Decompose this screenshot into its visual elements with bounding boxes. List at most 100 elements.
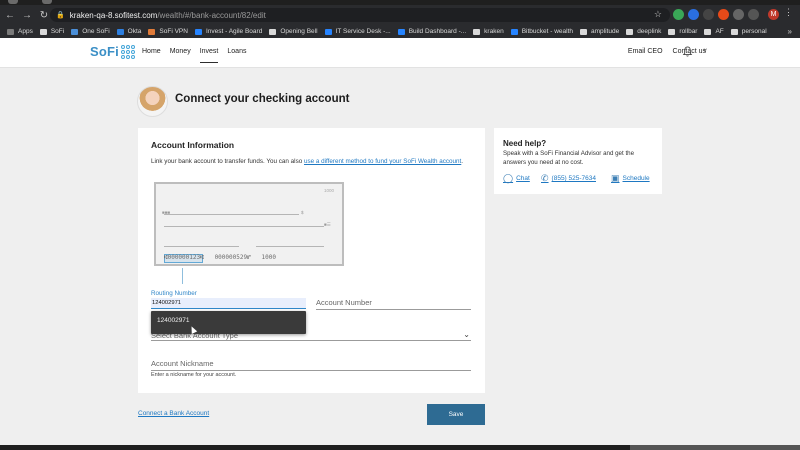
phone-label: (855) 525-7634	[551, 175, 596, 182]
extension-icon[interactable]	[703, 9, 714, 20]
bookmark-label: deeplink	[637, 28, 662, 35]
bookmark-label: personal	[741, 28, 767, 35]
bookmark-item[interactable]: deeplink	[626, 28, 661, 35]
account-info-heading: Account Information	[151, 140, 235, 150]
url-host: kraken-qa-8.sofitest.com	[69, 10, 158, 20]
extension-icon[interactable]	[673, 9, 684, 20]
intro-text: Link your bank account to transfer funds…	[151, 157, 471, 166]
nav-item-invest[interactable]: Invest	[199, 48, 218, 63]
main-nav: Home Money Invest Loans	[142, 48, 255, 63]
account-number-input[interactable]: Account Number	[316, 298, 471, 310]
bookmark-item[interactable]: One SoFi	[71, 28, 110, 35]
bookmark-label: IT Service Desk -...	[335, 28, 391, 35]
bookmark-item[interactable]: Okta	[116, 28, 141, 35]
forward-icon[interactable]: →	[20, 8, 34, 22]
nav-item-home[interactable]: Home	[142, 48, 161, 63]
bookmark-item[interactable]: SoFi VPN	[148, 28, 188, 35]
account-menu-chevron-icon[interactable]: ∨	[703, 47, 707, 54]
bell-icon[interactable]	[682, 46, 693, 57]
bookmark-icon	[324, 28, 332, 35]
bookmark-item[interactable]: Invest - Agile Board	[194, 28, 263, 35]
bookmark-label: Invest - Agile Board	[205, 28, 263, 35]
back-icon[interactable]: ←	[3, 8, 17, 22]
url-path: /wealth/#/bank-account/82/edit	[157, 10, 266, 20]
bookmark-icon	[580, 28, 587, 35]
nav-item-loans[interactable]: Loans	[227, 48, 246, 63]
bookmark-label: amplitude	[591, 28, 620, 35]
reload-icon[interactable]: ↻	[37, 8, 51, 22]
help-title: Need help?	[503, 139, 547, 148]
address-bar[interactable]: 🔒 kraken-qa-8.sofitest.com/wealth/#/bank…	[50, 8, 670, 22]
bookmark-label: SoFi	[50, 28, 65, 35]
extension-icon[interactable]	[688, 9, 699, 20]
sofi-logo[interactable]: SoFi	[90, 44, 135, 59]
schedule-label: Schedule	[622, 175, 650, 182]
phone-icon: ✆	[541, 173, 549, 183]
bookmark-item[interactable]: rollbar	[668, 28, 697, 35]
chat-label: Chat	[516, 175, 530, 182]
bookmark-icon	[194, 28, 202, 35]
bookmark-label: Bitbucket - wealth	[521, 28, 573, 35]
calendar-icon: ▣	[611, 173, 620, 183]
bookmark-label: One SoFi	[82, 28, 110, 35]
bookmark-item[interactable]: Build Dashboard -...	[397, 28, 467, 35]
profile-avatar[interactable]: M	[768, 9, 779, 20]
bookmark-icon	[397, 28, 405, 35]
app-header: SoFi Home Money Invest Loans Email CEO Cont…	[0, 38, 800, 68]
check-lock-icon: ■☰	[324, 222, 331, 227]
bookmark-item[interactable]: SoFi	[39, 28, 65, 35]
chat-link[interactable]: ◯ Chat	[503, 173, 530, 184]
routing-connector-line	[182, 268, 183, 284]
bookmark-icon	[7, 28, 14, 35]
bookmark-icon	[704, 28, 712, 35]
chevron-down-icon: ⌄	[463, 330, 470, 339]
browser-tab[interactable]	[42, 0, 52, 4]
bookmark-icon	[626, 28, 634, 35]
routing-autocomplete-dropdown: 124002971	[151, 311, 306, 334]
scrollbar-thumb[interactable]	[630, 445, 800, 450]
bookmark-label: Opening Bell	[280, 28, 318, 35]
extension-icon[interactable]	[748, 9, 759, 20]
save-button[interactable]: Save	[427, 404, 485, 425]
bookmark-label: rollbar	[679, 28, 698, 35]
more-bookmarks-icon[interactable]: »	[788, 27, 792, 36]
bookmark-item[interactable]: Bitbucket - wealth	[510, 28, 573, 35]
bookmark-icon	[148, 28, 156, 35]
micr-check: 1000	[261, 254, 276, 261]
browser-tab[interactable]	[8, 0, 18, 4]
phone-link[interactable]: ✆ (855) 525-7634	[541, 173, 596, 184]
check-micr-line: ⑆000000123⑆ 000000529⑈ 1000	[164, 254, 276, 261]
account-nickname-input[interactable]: Account Nickname	[151, 359, 471, 371]
bookmark-icon	[269, 28, 277, 35]
bookmark-item[interactable]: Apps	[7, 28, 33, 35]
account-info-card: Account Information Link your bank accou…	[138, 128, 485, 393]
check-signature-line	[256, 246, 324, 247]
nav-item-money[interactable]: Money	[170, 48, 191, 63]
bookmark-item[interactable]: amplitude	[580, 28, 619, 35]
bookmark-item[interactable]: AF	[704, 28, 724, 35]
extension-icon[interactable]	[733, 9, 744, 20]
check-illustration: 1000 ■■■ $ ■☰ ⑆000000123⑆ 000000529⑈ 100…	[154, 182, 344, 266]
check-memo-line	[164, 246, 239, 247]
bookmark-icon	[116, 28, 124, 35]
routing-number-label: Routing Number	[151, 290, 197, 297]
bookmark-item[interactable]: kraken	[473, 28, 504, 35]
bookmark-label: Build Dashboard -...	[408, 28, 467, 35]
micr-account: 000000529⑈	[214, 254, 251, 261]
browser-menu-icon[interactable]: ⋮	[784, 7, 795, 18]
connect-bank-account-link[interactable]: Connect a Bank Account	[138, 410, 209, 417]
bookmark-item[interactable]: IT Service Desk -...	[324, 28, 391, 35]
extension-icon[interactable]	[718, 9, 729, 20]
chat-bubble-icon: ◯	[503, 173, 514, 183]
email-ceo-link[interactable]: Email CEO	[628, 48, 663, 55]
browser-toolbar: ← → ↻ 🔒 kraken-qa-8.sofitest.com/wealth/…	[0, 5, 800, 25]
bookmark-item[interactable]: Opening Bell	[269, 28, 318, 35]
bookmark-item[interactable]: personal	[730, 28, 767, 35]
autocomplete-option[interactable]: 124002971	[157, 317, 190, 324]
logo-dots-icon	[120, 44, 135, 59]
routing-number-input[interactable]: 124002971	[151, 298, 306, 309]
schedule-link[interactable]: ▣ Schedule	[611, 173, 650, 184]
alternate-funding-link[interactable]: use a different method to fund your SoFi…	[304, 158, 461, 165]
bookmark-star-icon[interactable]: ☆	[654, 9, 662, 20]
bookmark-label: SoFi VPN	[159, 28, 188, 35]
